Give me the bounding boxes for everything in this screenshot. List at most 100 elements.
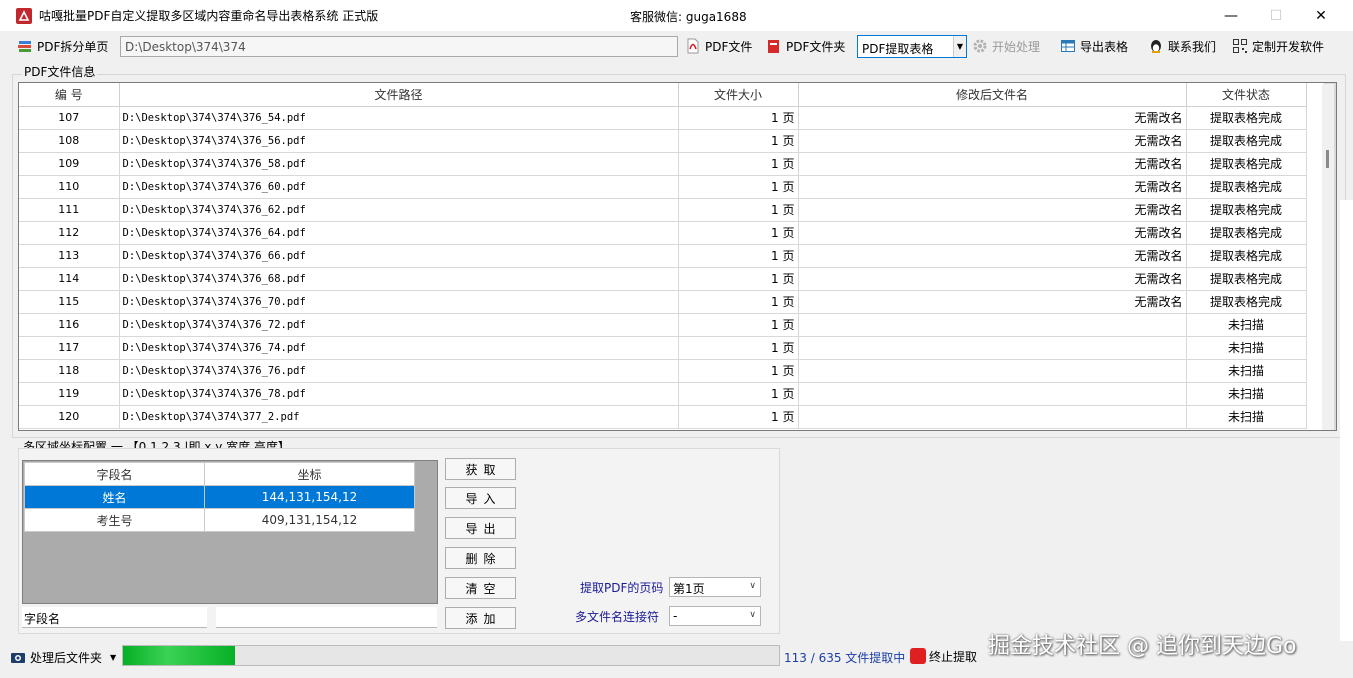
- path-input[interactable]: D:\Desktop\374\374: [120, 36, 678, 57]
- chevron-down-icon[interactable]: ▼: [953, 36, 966, 57]
- cell-size: 1 页: [678, 405, 799, 429]
- cell-status: 提取表格完成: [1186, 267, 1307, 291]
- cell-size: 1 页: [678, 267, 799, 291]
- cell-newname: [798, 405, 1187, 429]
- table-row[interactable]: 108 D:\Desktop\374\374\376_56.pdf 1 页无需改名提…: [19, 129, 1307, 153]
- custom-dev-button[interactable]: 定制开发软件: [1232, 36, 1324, 56]
- cell-id: 108: [19, 129, 120, 153]
- cell-path: D:\Desktop\374\374\376_54.pdf: [119, 106, 679, 130]
- field-name-cell: 考生号: [24, 508, 205, 532]
- field-row[interactable]: 姓名 144,131,154,12: [24, 485, 415, 509]
- cell-size: 1 页: [678, 313, 799, 337]
- cell-status: 提取表格完成: [1186, 244, 1307, 268]
- col-header-field-name[interactable]: 字段名: [24, 462, 205, 486]
- table-row[interactable]: 117 D:\Desktop\374\374\376_74.pdf 1 页 未扫描: [19, 336, 1307, 360]
- table-row[interactable]: 110 D:\Desktop\374\374\376_60.pdf 1 页无需改名提…: [19, 175, 1307, 199]
- cell-path: D:\Desktop\374\374\376_60.pdf: [119, 175, 679, 199]
- pdf-file-button[interactable]: PDF文件: [685, 36, 752, 56]
- chevron-down-icon: ∨: [749, 610, 756, 620]
- field-row[interactable]: 考生号 409,131,154,12: [24, 508, 415, 532]
- penguin-icon: [1151, 40, 1161, 53]
- page-select[interactable]: 第1页 ∨: [669, 577, 761, 597]
- table-row[interactable]: 119 D:\Desktop\374\374\376_78.pdf 1 页 未扫描: [19, 382, 1307, 406]
- cell-size: 1 页: [678, 152, 799, 176]
- table-row[interactable]: 112 D:\Desktop\374\374\376_64.pdf 1 页无需改名提…: [19, 221, 1307, 245]
- window-title: 咕嘎批量PDF自定义提取多区域内容重命名导出表格系统 正式版: [39, 9, 379, 23]
- output-folder-dropdown[interactable]: 处理后文件夹 ▼: [10, 649, 116, 665]
- joiner-select[interactable]: - ∨: [669, 606, 761, 626]
- camera-icon: [11, 653, 25, 663]
- minimize-button[interactable]: —: [1208, 0, 1254, 31]
- fetch-button[interactable]: 获取: [445, 458, 516, 480]
- close-button[interactable]: ✕: [1298, 0, 1344, 31]
- field-name-input[interactable]: 字段名: [22, 607, 207, 628]
- export-table-label: 导出表格: [1080, 39, 1129, 54]
- cell-size: 1 页: [678, 175, 799, 199]
- clear-button[interactable]: 清空: [445, 577, 516, 599]
- watermark: 掘金技术社区 @ 追你到天边Go: [988, 634, 1297, 659]
- col-header-size[interactable]: 文件大小: [678, 83, 799, 107]
- col-header-status[interactable]: 文件状态: [1186, 83, 1307, 107]
- page-label: 提取PDF的页码: [580, 581, 664, 595]
- qr-code-icon: [1233, 39, 1247, 53]
- table-row[interactable]: 111 D:\Desktop\374\374\376_62.pdf 1 页无需改名提…: [19, 198, 1307, 222]
- col-header-newname[interactable]: 修改后文件名: [798, 83, 1187, 107]
- table-row[interactable]: 107 D:\Desktop\374\374\376_54.pdf 1 页无需改名提…: [19, 106, 1307, 130]
- col-header-coord[interactable]: 坐标: [204, 462, 415, 486]
- file-info-title: PDF文件信息: [22, 63, 98, 80]
- cell-size: 1 页: [678, 336, 799, 360]
- outer-scrollbar-track[interactable]: [1322, 84, 1334, 430]
- fields-table-header: 字段名 坐标: [24, 462, 415, 486]
- field-name-cell: 姓名: [24, 485, 205, 509]
- table-row[interactable]: 118 D:\Desktop\374\374\376_76.pdf 1 页 未扫描: [19, 359, 1307, 383]
- maximize-button[interactable]: ☐: [1253, 0, 1299, 31]
- cell-status: 提取表格完成: [1186, 290, 1307, 314]
- split-pdf-button[interactable]: PDF拆分单页: [17, 36, 108, 56]
- delete-button[interactable]: 删除: [445, 547, 516, 569]
- scrollbar-thumb[interactable]: [1326, 150, 1329, 168]
- pdf-folder-button[interactable]: PDF文件夹: [766, 36, 845, 56]
- field-coord-cell: 144,131,154,12: [204, 485, 415, 509]
- pdf-folder-label: PDF文件夹: [786, 39, 846, 54]
- cell-size: 1 页: [678, 129, 799, 153]
- cell-newname: 无需改名: [798, 267, 1187, 291]
- cell-newname: [798, 359, 1187, 383]
- fields-table[interactable]: 字段名 坐标 姓名 144,131,154,12 考生号 409,131,154…: [22, 460, 438, 604]
- cell-path: D:\Desktop\374\374\376_58.pdf: [119, 152, 679, 176]
- table-row[interactable]: 109 D:\Desktop\374\374\376_58.pdf 1 页无需改名提…: [19, 152, 1307, 176]
- cell-path: D:\Desktop\374\374\376_70.pdf: [119, 290, 679, 314]
- cell-id: 119: [19, 382, 120, 406]
- start-process-button[interactable]: 开始处理: [972, 36, 1040, 56]
- joiner-label: 多文件名连接符: [575, 610, 660, 624]
- contact-us-button[interactable]: 联系我们: [1148, 36, 1216, 56]
- mode-select[interactable]: PDF提取表格 ▼: [857, 35, 967, 58]
- stop-extract-button[interactable]: 终止提取: [910, 647, 977, 665]
- cell-status: 提取表格完成: [1186, 198, 1307, 222]
- col-header-path[interactable]: 文件路径: [119, 83, 679, 107]
- cell-newname: 无需改名: [798, 290, 1187, 314]
- col-header-id[interactable]: 编 号: [19, 83, 120, 107]
- pdf-file-icon: [687, 38, 699, 54]
- cell-path: D:\Desktop\374\374\376_56.pdf: [119, 129, 679, 153]
- export-button[interactable]: 导出: [445, 517, 516, 539]
- cell-size: 1 页: [678, 359, 799, 383]
- cell-id: 114: [19, 267, 120, 291]
- cell-path: D:\Desktop\374\374\376_68.pdf: [119, 267, 679, 291]
- coord-input[interactable]: [216, 607, 437, 628]
- page-select-value: 第1页: [673, 582, 705, 596]
- table-row[interactable]: 116 D:\Desktop\374\374\376_72.pdf 1 页 未扫描: [19, 313, 1307, 337]
- export-table-button[interactable]: 导出表格: [1060, 36, 1128, 56]
- cell-status: 未扫描: [1186, 359, 1307, 383]
- table-row[interactable]: 113 D:\Desktop\374\374\376_66.pdf 1 页无需改名提…: [19, 244, 1307, 268]
- pdf-folder-icon: [768, 40, 779, 53]
- cell-id: 110: [19, 175, 120, 199]
- import-button[interactable]: 导入: [445, 487, 516, 509]
- table-row[interactable]: 120 D:\Desktop\374\374\377_2.pdf 1 页 未扫描: [19, 405, 1307, 429]
- cell-newname: [798, 382, 1187, 406]
- table-row[interactable]: 115 D:\Desktop\374\374\376_70.pdf 1 页无需改名提…: [19, 290, 1307, 314]
- add-button[interactable]: 添加: [445, 607, 516, 629]
- file-table[interactable]: 编 号 文件路径 文件大小 修改后文件名 文件状态 107 D:\Desktop\…: [18, 82, 1337, 431]
- cell-id: 113: [19, 244, 120, 268]
- cell-newname: 无需改名: [798, 198, 1187, 222]
- table-row[interactable]: 114 D:\Desktop\374\374\376_68.pdf 1 页无需改名提…: [19, 267, 1307, 291]
